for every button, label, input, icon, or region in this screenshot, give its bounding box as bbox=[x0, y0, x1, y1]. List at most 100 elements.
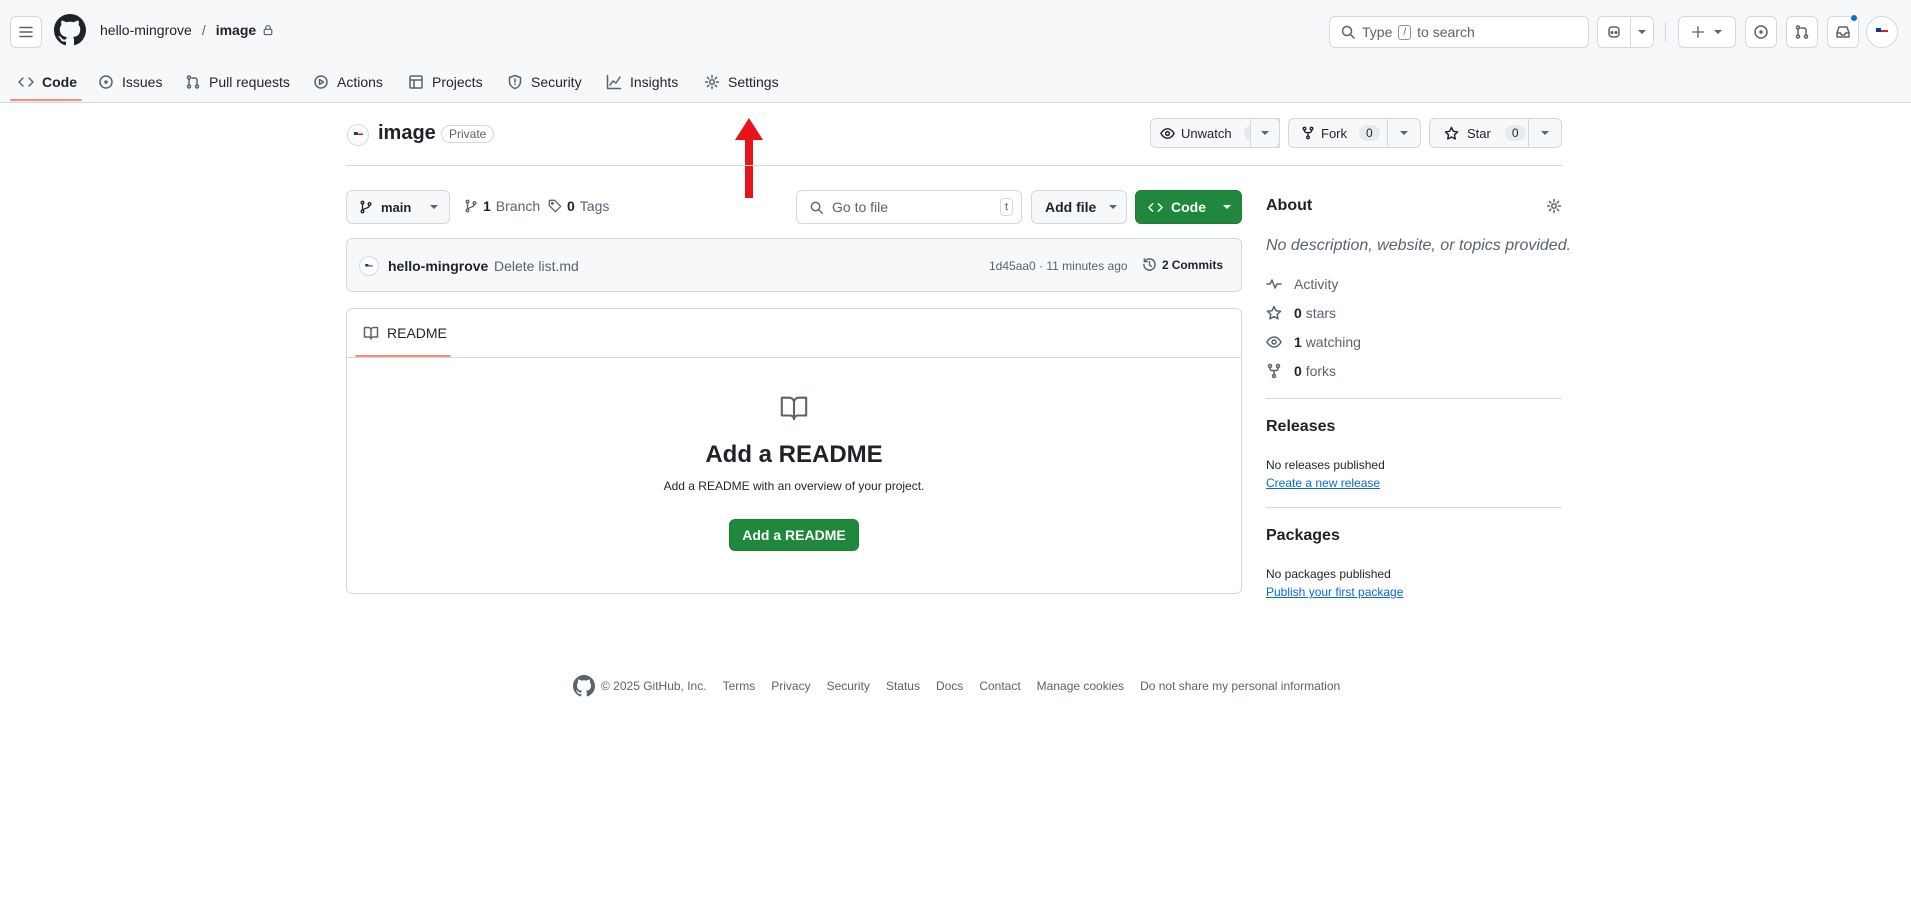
fork-count: 0 bbox=[1359, 125, 1380, 141]
about-description: No description, website, or topics provi… bbox=[1266, 237, 1572, 254]
commit-author[interactable]: hello-mingrove bbox=[388, 258, 488, 274]
packages-empty-text: No packages published bbox=[1266, 567, 1391, 581]
github-mark-icon[interactable] bbox=[573, 675, 595, 697]
activity-label: Activity bbox=[1294, 276, 1339, 292]
issues-button[interactable] bbox=[1745, 16, 1777, 48]
tab-settings[interactable]: Settings bbox=[704, 66, 779, 98]
breadcrumb-repo[interactable]: image bbox=[216, 22, 256, 38]
search-prefix: Type bbox=[1362, 24, 1393, 40]
readme-tab[interactable]: README bbox=[363, 325, 447, 341]
tab-issues[interactable]: Issues bbox=[98, 66, 162, 98]
branch-name: main bbox=[381, 199, 412, 215]
publish-package-link[interactable]: Publish your first package bbox=[1266, 585, 1403, 599]
go-to-file-key-hint: t bbox=[999, 198, 1013, 216]
repo-title[interactable]: image bbox=[378, 122, 436, 145]
forks-link[interactable]: 0 forks bbox=[1266, 363, 1336, 379]
add-readme-button[interactable]: Add a README bbox=[729, 519, 859, 551]
repo-avatar bbox=[347, 124, 369, 146]
go-to-file-input[interactable]: Go to file t bbox=[796, 190, 1022, 224]
copilot-dropdown-button[interactable] bbox=[1630, 16, 1654, 48]
tab-label: Insights bbox=[630, 74, 679, 90]
watching-label: watching bbox=[1305, 334, 1361, 350]
create-release-link[interactable]: Create a new release bbox=[1266, 476, 1380, 490]
copilot-icon bbox=[1608, 26, 1620, 38]
commits-history-link[interactable]: 2 Commits bbox=[1142, 257, 1223, 272]
branches-link[interactable]: 1 Branch bbox=[464, 198, 540, 214]
play-icon bbox=[314, 75, 328, 89]
triangle-down-icon bbox=[1223, 205, 1231, 209]
stars-count: 0 bbox=[1294, 305, 1302, 321]
activity-link[interactable]: Activity bbox=[1266, 276, 1338, 292]
tab-label: Security bbox=[531, 74, 582, 90]
tab-insights[interactable]: Insights bbox=[606, 66, 678, 98]
plus-icon bbox=[1692, 26, 1704, 38]
copilot-button[interactable] bbox=[1597, 16, 1631, 48]
code-icon bbox=[1148, 202, 1163, 212]
visibility-badge: Private bbox=[441, 125, 495, 143]
avatar-flag-icon bbox=[353, 132, 363, 138]
footer-link-status[interactable]: Status bbox=[886, 679, 920, 693]
search-icon bbox=[1341, 25, 1355, 39]
triangle-down-icon bbox=[1541, 131, 1549, 135]
github-logo[interactable] bbox=[54, 14, 86, 46]
avatar-flag-icon bbox=[365, 263, 373, 269]
tags-link[interactable]: 0 Tags bbox=[548, 198, 609, 214]
graph-icon bbox=[606, 74, 622, 90]
hamburger-icon bbox=[19, 26, 33, 38]
branch-selector-button[interactable]: main bbox=[346, 190, 450, 224]
app-header: hello-mingrove / image Type / to search … bbox=[0, 0, 1911, 103]
search-icon bbox=[810, 201, 823, 214]
footer-link-contact[interactable]: Contact bbox=[979, 679, 1020, 693]
gear-icon[interactable] bbox=[1546, 198, 1562, 214]
footer-link-terms[interactable]: Terms bbox=[723, 679, 756, 693]
add-file-button[interactable]: Add file bbox=[1031, 190, 1127, 224]
menu-button[interactable] bbox=[10, 16, 42, 48]
tab-security[interactable]: Security bbox=[507, 66, 582, 98]
git-pull-request-icon bbox=[186, 75, 200, 89]
repo-forked-icon bbox=[1267, 363, 1281, 379]
stars-label: stars bbox=[1305, 305, 1337, 321]
star-button[interactable]: Star 0 bbox=[1429, 118, 1539, 148]
avatar-flag-icon bbox=[1876, 28, 1888, 36]
tab-pull-requests[interactable]: Pull requests bbox=[185, 66, 290, 98]
stars-link[interactable]: 0 stars bbox=[1266, 305, 1336, 321]
triangle-down-icon bbox=[430, 205, 439, 209]
star-dropdown-button[interactable] bbox=[1528, 118, 1562, 148]
tag-count: 0 bbox=[567, 198, 575, 214]
breadcrumb-owner[interactable]: hello-mingrove bbox=[100, 22, 192, 38]
forks-label: forks bbox=[1305, 363, 1337, 379]
fork-dropdown-button[interactable] bbox=[1387, 118, 1421, 148]
create-new-button[interactable] bbox=[1678, 16, 1736, 48]
commit-message[interactable]: Delete list.md bbox=[494, 258, 579, 274]
global-search-input[interactable]: Type / to search bbox=[1329, 16, 1589, 48]
tab-projects[interactable]: Projects bbox=[408, 66, 483, 98]
footer-link-docs[interactable]: Docs bbox=[936, 679, 963, 693]
footer-link-do-not-share[interactable]: Do not share my personal information bbox=[1140, 679, 1340, 693]
footer-link-security[interactable]: Security bbox=[827, 679, 870, 693]
packages-title[interactable]: Packages bbox=[1266, 527, 1340, 545]
pulse-icon bbox=[1266, 279, 1282, 289]
readme-tab-label: README bbox=[387, 325, 447, 341]
book-icon bbox=[363, 326, 379, 340]
tag-label: Tags bbox=[579, 198, 610, 214]
user-avatar[interactable] bbox=[1866, 16, 1898, 48]
footer-link-manage-cookies[interactable]: Manage cookies bbox=[1037, 679, 1124, 693]
pull-requests-button[interactable] bbox=[1786, 16, 1818, 48]
tab-label: Issues bbox=[122, 74, 163, 90]
code-dropdown-button[interactable]: Code bbox=[1135, 190, 1242, 224]
active-tab-underline bbox=[10, 99, 82, 101]
annotation-arrow-icon bbox=[735, 118, 763, 198]
footer-link-privacy[interactable]: Privacy bbox=[771, 679, 810, 693]
watch-dropdown-button[interactable] bbox=[1250, 118, 1280, 148]
tab-actions[interactable]: Actions bbox=[313, 66, 383, 98]
commit-meta[interactable]: 1d45aa0 · 11 minutes ago bbox=[989, 259, 1128, 273]
watching-link[interactable]: 1 watching bbox=[1266, 334, 1361, 350]
fork-button[interactable]: Fork 0 bbox=[1288, 118, 1388, 148]
readme-empty-subtitle: Add a README with an overview of your pr… bbox=[663, 479, 925, 493]
git-branch-icon bbox=[360, 200, 372, 214]
add-file-label: Add file bbox=[1045, 199, 1097, 215]
tab-label: Code bbox=[42, 74, 77, 90]
tab-code[interactable]: Code bbox=[18, 66, 77, 98]
breadcrumb: hello-mingrove / image bbox=[100, 22, 274, 38]
releases-title[interactable]: Releases bbox=[1266, 418, 1335, 436]
